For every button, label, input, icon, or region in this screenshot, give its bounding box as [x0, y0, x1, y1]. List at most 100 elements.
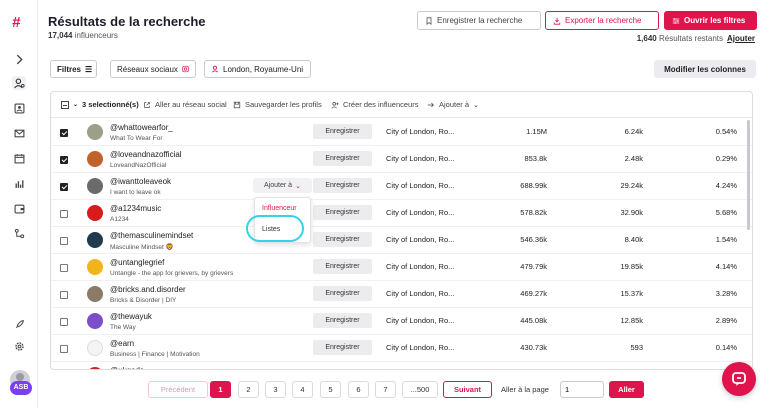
- row-save-button[interactable]: Enregistrer: [313, 232, 372, 247]
- table-row[interactable]: @untanglegrief Untangle - the app for gri…: [51, 254, 752, 281]
- page-button[interactable]: 7: [375, 381, 396, 398]
- avatar[interactable]: [87, 205, 103, 221]
- table-row[interactable]: @a1234music A1234 Enregistrer City of Londo…: [51, 200, 752, 227]
- workflow-icon[interactable]: [12, 226, 26, 240]
- engagement-cell: 15.37k: [620, 289, 643, 298]
- row-save-button[interactable]: Enregistrer: [313, 313, 372, 328]
- goto-page-input[interactable]: [560, 381, 604, 398]
- contacts-icon[interactable]: [12, 101, 26, 115]
- engagement-rate-cell: 0.14%: [715, 343, 737, 352]
- row-checkbox[interactable]: [60, 318, 68, 326]
- row-save-button[interactable]: Enregistrer: [313, 151, 372, 166]
- goto-page-button[interactable]: Aller: [609, 381, 644, 398]
- open-filters-button[interactable]: Ouvrir les filtres: [664, 11, 757, 30]
- influencer-description: The Way: [110, 324, 136, 331]
- followers-cell: 688.99k: [520, 181, 547, 190]
- mail-icon[interactable]: [12, 126, 26, 140]
- table-row[interactable]: @iwanttoleaveok I want to leave ok Ajouter…: [51, 173, 752, 200]
- row-checkbox[interactable]: [60, 264, 68, 272]
- avatar[interactable]: [87, 313, 103, 329]
- previous-page-button[interactable]: Précédent: [148, 381, 208, 398]
- row-save-button[interactable]: Enregistrer: [313, 340, 372, 355]
- row-checkbox[interactable]: [60, 183, 68, 191]
- table-row[interactable]: @bricks.and.disorder Bricks & Disorder | …: [51, 281, 752, 308]
- row-save-button[interactable]: Enregistrer: [313, 205, 372, 220]
- save-search-button[interactable]: Enregistrer la recherche: [417, 11, 541, 30]
- influencer-handle[interactable]: @themasculinemindset: [110, 231, 193, 240]
- next-page-button[interactable]: Suivant: [443, 381, 492, 398]
- rocket-icon[interactable]: [12, 317, 26, 331]
- page-button[interactable]: 1: [210, 381, 231, 398]
- settings-gear-icon[interactable]: [12, 339, 26, 353]
- goto-social-label: Aller au réseau social: [155, 100, 227, 109]
- influencer-handle[interactable]: @loveandnazofficial: [110, 150, 182, 159]
- social-network-filter[interactable]: Réseaux sociaux: [110, 60, 196, 78]
- avatar[interactable]: [87, 124, 103, 140]
- row-save-button[interactable]: Enregistrer: [313, 124, 372, 139]
- row-checkbox[interactable]: [60, 210, 68, 218]
- add-to-bulk-button[interactable]: Ajouter à ⌄: [427, 100, 479, 109]
- avatar[interactable]: [87, 340, 103, 356]
- influencer-description: Masculine Mindset 🦁: [110, 244, 174, 251]
- page-button[interactable]: 6: [348, 381, 369, 398]
- select-minus-icon: [61, 100, 69, 109]
- table-scrollbar[interactable]: [747, 120, 750, 230]
- table-row[interactable]: @earn Business | Finance | Motivation Enre…: [51, 335, 752, 362]
- influencer-handle[interactable]: @a1234music: [110, 204, 161, 213]
- table-row[interactable]: @themasculinemindset Masculine Mindset 🦁 E…: [51, 227, 752, 254]
- row-checkbox[interactable]: [60, 156, 68, 164]
- location-filter[interactable]: London, Royaume-Uni: [204, 60, 311, 78]
- calendar-icon[interactable]: [12, 151, 26, 165]
- selection-dropdown[interactable]: ⌄ 3 selectionné(s): [61, 100, 139, 109]
- table-row[interactable]: @ukgods: [51, 362, 752, 369]
- table-row[interactable]: @thewayuk The Way Enregistrer City of Londo…: [51, 308, 752, 335]
- expand-chevron-icon[interactable]: [12, 52, 26, 66]
- avatar[interactable]: [87, 232, 103, 248]
- analytics-bar-icon[interactable]: [12, 176, 26, 190]
- influencer-handle[interactable]: @iwanttoleaveok: [110, 177, 171, 186]
- social-network-label: Réseaux sociaux: [117, 64, 178, 74]
- filters-button[interactable]: Filtres ☰: [50, 60, 97, 78]
- influencer-handle[interactable]: @thewayuk: [110, 312, 152, 321]
- page-button[interactable]: 5: [320, 381, 341, 398]
- user-initials-badge[interactable]: ASB: [10, 381, 32, 395]
- export-search-button[interactable]: Exporter la recherche: [545, 11, 659, 30]
- page-button[interactable]: ...500: [402, 381, 438, 398]
- row-checkbox[interactable]: [60, 237, 68, 245]
- row-save-button[interactable]: Enregistrer: [313, 178, 372, 193]
- goto-social-button[interactable]: Aller au réseau social: [143, 100, 227, 109]
- influencer-handle[interactable]: @untanglegrief: [110, 258, 164, 267]
- avatar[interactable]: [87, 151, 103, 167]
- influencer-handle[interactable]: @bricks.and.disorder: [110, 285, 186, 294]
- create-influencers-button[interactable]: Créer des influenceurs: [331, 100, 418, 109]
- save-profiles-button[interactable]: Sauvegarder les profils: [233, 100, 322, 109]
- table-row[interactable]: @loveandnazofficial LoveandNazOfficial Enr…: [51, 146, 752, 173]
- avatar[interactable]: [87, 178, 103, 194]
- row-checkbox[interactable]: [60, 345, 68, 353]
- page-button[interactable]: 2: [238, 381, 259, 398]
- app-logo[interactable]: #: [12, 14, 20, 31]
- location-cell: City of London, Ro...: [386, 289, 455, 298]
- page-button[interactable]: 4: [292, 381, 313, 398]
- wallet-icon[interactable]: [12, 201, 26, 215]
- row-save-button[interactable]: Enregistrer: [313, 286, 372, 301]
- table-row[interactable]: @whattowearfor_ What To Wear For Enregistr…: [51, 119, 752, 146]
- avatar[interactable]: [87, 286, 103, 302]
- avatar[interactable]: [87, 367, 103, 369]
- add-results-link[interactable]: Ajouter: [727, 34, 755, 43]
- influencer-handle[interactable]: @earn: [110, 339, 134, 348]
- support-chat-button[interactable]: [722, 362, 756, 396]
- row-save-button[interactable]: Enregistrer: [313, 259, 372, 274]
- row-checkbox[interactable]: [60, 129, 68, 137]
- search-users-icon[interactable]: [12, 76, 26, 90]
- location-cell: City of London, Ro...: [386, 235, 455, 244]
- row-add-to-button[interactable]: Ajouter à ⌄: [253, 178, 312, 193]
- influencer-handle[interactable]: @whattowearfor_: [110, 123, 173, 132]
- row-checkbox[interactable]: [60, 291, 68, 299]
- modify-columns-button[interactable]: Modifier les colonnes: [654, 60, 756, 78]
- avatar[interactable]: [87, 259, 103, 275]
- influencer-handle[interactable]: @ukgods: [110, 366, 144, 369]
- followers-cell: 853.8k: [524, 154, 547, 163]
- page-button[interactable]: 3: [265, 381, 286, 398]
- dropdown-item-influencer[interactable]: Influenceur: [262, 205, 297, 212]
